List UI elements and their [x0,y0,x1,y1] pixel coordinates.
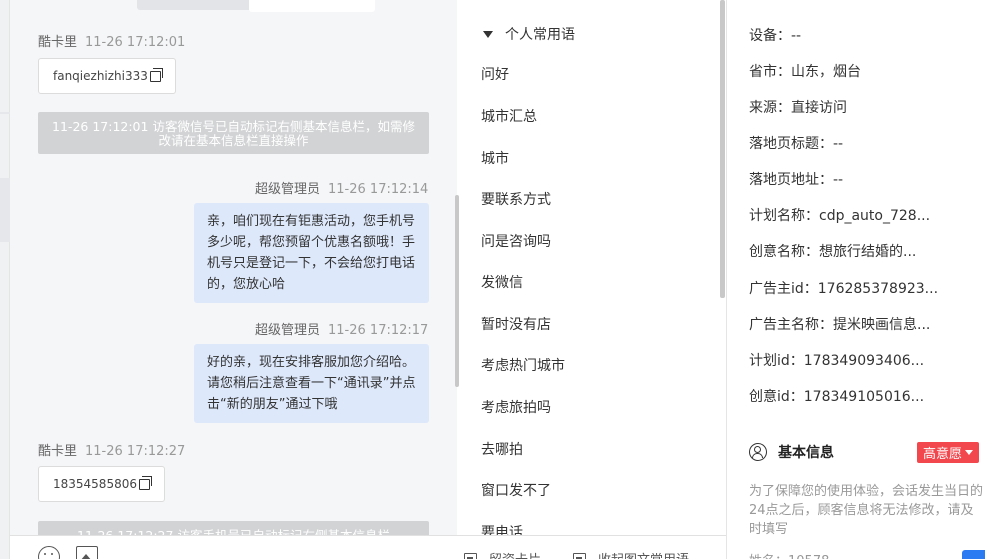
phrase-item[interactable]: 暂时没有店 [481,314,551,334]
caret-down-icon [965,450,974,455]
message-meta: 超级管理员 11-26 17:12:14 [255,178,428,197]
phrase-item[interactable]: 城市 [481,148,509,168]
message-sender: 酷卡里 [38,35,78,50]
system-notice: 11-26 17:12:01 访客微信号已自动标记右侧基本信息栏，如需修改请在基… [38,112,429,154]
collapse-phrases-button[interactable]: 收起图文常用语 [573,549,689,559]
card-icon [464,553,477,559]
system-notice: 11-26 17:12:27 访客手机号已自动标记右侧基本信息栏 [38,521,429,535]
chat-input-toolbar: 留资卡片 收起图文常用语 [10,535,726,559]
info-row-landing-url: 落地页地址：-- [749,172,844,188]
info-row-creative-id: 创意id：178349105016... [749,389,925,405]
phone-number-text: 18354585806 [53,477,137,491]
copy-icon[interactable] [138,475,152,490]
info-row-creative-name: 创意名称：想旅行结婚的... [749,244,917,260]
copy-icon[interactable] [149,67,163,82]
phrase-item[interactable]: 发微信 [481,272,523,292]
chat-scrollbar[interactable] [455,195,459,387]
basic-info-header: 基本信息 [749,442,834,462]
edit-deadline-note: 为了保障您的使用体验，会话发生当日的24点之后，顾客信息将无法修改，请及时填写 [749,484,984,537]
phrase-group-header[interactable]: 个人常用语 [483,24,575,44]
app-root: 酷卡里 11-26 17:12:01 fanqiezhizhi333 11-26 … [0,0,985,559]
left-strip-divider [0,112,10,114]
visitor-info-panel: 设备：-- 省市：山东，烟台 来源：直接访问 落地页标题：-- 落地页地址：--… [727,0,985,559]
phrase-item[interactable]: 问是咨询吗 [481,231,551,251]
phrase-item[interactable]: 窗口发不了 [481,480,551,500]
user-circle-icon [749,443,767,461]
phrase-item[interactable]: 城市汇总 [481,106,537,126]
message-meta: 酷卡里 11-26 17:12:01 [38,31,185,50]
collapse-icon [573,553,586,559]
agent-message-bubble: 好的亲，现在安排客服加您介绍哈。请您稍后注意查看一下“通讯录”并点击“新的朋友”… [194,344,429,423]
message-time: 11-26 17:12:17 [328,323,429,338]
message-sender: 超级管理员 [255,323,321,338]
wechat-id-card[interactable]: fanqiezhizhi333 [38,58,176,94]
phrase-item[interactable]: 要电话 [481,522,523,535]
chat-panel[interactable]: 酷卡里 11-26 17:12:01 fanqiezhizhi333 11-26 … [10,0,457,535]
phrase-item[interactable]: 考虑旅拍吗 [481,397,551,417]
info-row-plan-name: 计划名称：cdp_auto_728... [749,208,931,224]
message-sender: 超级管理员 [255,182,321,197]
info-row-landing-title: 落地页标题：-- [749,136,844,152]
info-row-plan-id: 计划id：178349093406... [749,353,925,369]
floating-action-button[interactable] [962,550,985,559]
info-row-advertiser-id: 广告主id：176285378923... [749,281,939,297]
wechat-id-text: fanqiezhizhi333 [53,69,148,83]
message-sender: 酷卡里 [38,444,78,459]
message-meta: 酷卡里 11-26 17:12:27 [38,440,185,459]
phrase-item[interactable]: 去哪拍 [481,439,523,459]
chat-load-more-tab[interactable] [137,0,375,12]
phrases-scrollbar[interactable] [720,0,725,298]
phone-number-card[interactable]: 18354585806 [38,466,165,502]
phrase-item[interactable]: 考虑热门城市 [481,355,565,375]
phrase-item[interactable]: 要联系方式 [481,189,551,209]
basic-info-title: 基本信息 [778,445,834,461]
message-time: 11-26 17:12:27 [85,444,186,459]
agent-message-bubble: 亲，咱们现在有钜惠活动，您手机号多少呢，帮您预留个优惠名额哦！手机号只是登记一下… [194,203,429,303]
caret-down-icon [483,30,493,38]
info-row-source: 来源：直接访问 [749,100,847,116]
message-time: 11-26 17:12:01 [85,35,186,50]
image-icon[interactable] [76,546,98,559]
intent-level-dropdown[interactable]: 高意愿 [917,442,980,463]
message-time: 11-26 17:12:14 [328,182,429,197]
smile-icon[interactable] [38,546,60,559]
lead-card-button[interactable]: 留资卡片 [464,549,541,559]
info-row-region: 省市：山东，烟台 [749,64,861,80]
lead-card-label: 留资卡片 [489,549,541,559]
info-row-name: 姓名：10578 [749,550,829,559]
info-row-advertiser-name: 广告主名称：提米映画信息... [749,317,931,333]
collapse-phrases-label: 收起图文常用语 [598,549,689,559]
message-meta: 超级管理员 11-26 17:12:17 [255,319,428,338]
phrases-panel: 个人常用语 问好 城市汇总 城市 要联系方式 问是咨询吗 发微信 暂时没有店 考… [463,0,719,535]
info-row-device: 设备：-- [749,28,802,44]
phrase-group-title: 个人常用语 [505,27,575,43]
intent-level-label: 高意愿 [923,447,963,462]
phrase-item[interactable]: 问好 [481,64,509,84]
left-strip-active-segment [0,178,10,242]
left-edge-strip [0,0,10,559]
